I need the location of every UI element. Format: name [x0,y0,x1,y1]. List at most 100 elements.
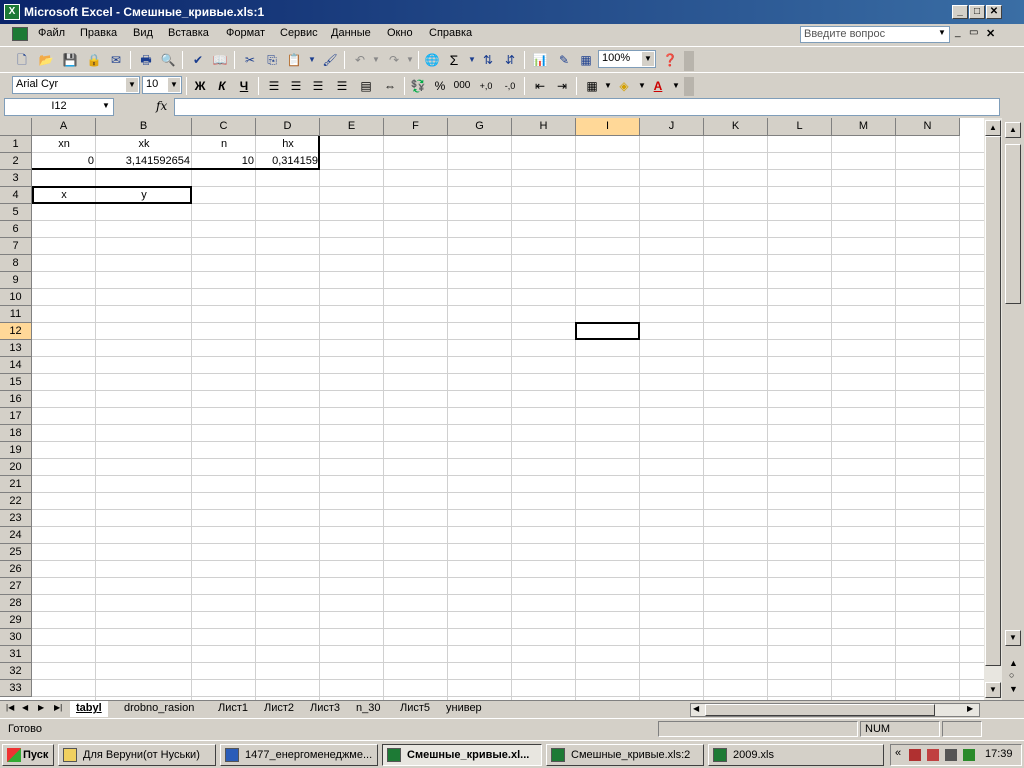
underline-button[interactable]: Ч [234,76,254,96]
sheet-tab-6[interactable]: Лист5 [394,701,436,717]
name-box-dropdown-icon[interactable]: ▼ [102,101,110,110]
ask-dropdown-icon[interactable]: ▼ [938,28,946,37]
thousands-button[interactable]: 000 [452,76,472,96]
column-header-c[interactable]: C [192,118,256,136]
bold-button[interactable]: Ж [190,76,210,96]
row-header-29[interactable]: 29 [0,612,32,629]
menu-view[interactable]: Вид [133,27,153,39]
next-page-icon[interactable]: ▼ [1009,684,1018,694]
fill-color-icon[interactable]: ◈ [614,76,634,96]
row-header-32[interactable]: 32 [0,663,32,680]
row-header-14[interactable]: 14 [0,357,32,374]
row-header-22[interactable]: 22 [0,493,32,510]
font-color-dropdown-icon[interactable]: ▼ [666,76,686,96]
justify-icon[interactable]: ☰ [332,76,352,96]
column-header-i[interactable]: I [576,118,640,136]
currency-icon[interactable]: 💱 [408,76,428,96]
format-painter-icon[interactable]: 🖌 [320,50,340,70]
sheet-tab-1[interactable]: drobno_rasion [118,701,200,717]
next-sheet-icon[interactable]: ▶ [38,703,44,712]
permission-icon[interactable]: 🔒 [84,50,104,70]
scroll-right-icon[interactable]: ▶ [967,704,973,713]
cut-icon[interactable]: ✂ [240,50,260,70]
outer-scroll-down-icon[interactable]: ▼ [1005,630,1021,646]
task-excel-2[interactable]: Смешные_кривые.xls:2 [546,744,704,766]
column-header-h[interactable]: H [512,118,576,136]
maximize-button[interactable]: □ [969,5,985,19]
decrease-decimal-icon[interactable]: -,0 [500,76,520,96]
menu-data[interactable]: Данные [331,27,371,39]
row-header-23[interactable]: 23 [0,510,32,527]
percent-button[interactable]: % [430,76,450,96]
align-center-icon[interactable]: ☰ [286,76,306,96]
outer-scroll-thumb[interactable] [1005,144,1021,304]
row-header-30[interactable]: 30 [0,629,32,646]
sheet-tab-3[interactable]: Лист2 [258,701,300,717]
column-header-e[interactable]: E [320,118,384,136]
menu-insert[interactable]: Вставка [168,27,209,39]
sheet-tab-4[interactable]: Лист3 [304,701,346,717]
row-header-26[interactable]: 26 [0,561,32,578]
increase-indent-icon[interactable]: ⇥ [552,76,572,96]
column-header-g[interactable]: G [448,118,512,136]
redo-dropdown-icon[interactable]: ▼ [400,50,420,70]
scroll-left-icon[interactable]: ◀ [693,704,699,713]
font-color-icon[interactable]: A [648,76,668,96]
menu-edit[interactable]: Правка [80,27,117,39]
paste-dropdown-icon[interactable]: ▼ [302,50,322,70]
column-header-f[interactable]: F [384,118,448,136]
merge-center-icon[interactable]: ⇔ [380,76,400,96]
row-header-11[interactable]: 11 [0,306,32,323]
sheet-tab-0[interactable]: tabyl [70,701,108,717]
insert-function-icon[interactable]: fx [156,99,167,113]
menu-service[interactable]: Сервис [280,27,318,39]
menu-file[interactable]: Файл [38,27,65,39]
start-button[interactable]: Пуск [2,744,54,766]
column-header-k[interactable]: K [704,118,768,136]
formula-input[interactable] [174,98,1000,116]
tray-app-icon[interactable] [909,749,921,761]
zoom-select[interactable]: 100% ▼ [598,50,656,68]
row-header-33[interactable]: 33 [0,680,32,697]
align-left-icon[interactable]: ☰ [264,76,284,96]
sort-ascending-icon[interactable]: ⇅ [478,50,498,70]
battery-icon[interactable] [963,749,975,761]
row-header-19[interactable]: 19 [0,442,32,459]
column-header-a[interactable]: A [32,118,96,136]
tray-expand-icon[interactable]: « [895,747,901,759]
task-word[interactable]: 1477_енергоменеджме... [220,744,378,766]
task-excel-3[interactable]: 2009.xls [708,744,884,766]
zoom-dropdown-icon[interactable]: ▼ [642,52,654,66]
increase-decimal-icon[interactable]: +,0 [476,76,496,96]
row-header-3[interactable]: 3 [0,170,32,187]
hscroll-thumb[interactable] [705,704,935,716]
font-select[interactable]: Arial Cyr ▼ [12,76,140,94]
sort-descending-icon[interactable]: ⇵ [500,50,520,70]
menu-help[interactable]: Справка [429,27,472,39]
menu-format[interactable]: Формат [226,27,265,39]
print-icon[interactable]: 🖶 [136,50,156,70]
close-button[interactable]: ✕ [986,5,1002,19]
decrease-indent-icon[interactable]: ⇤ [530,76,550,96]
drawing-icon[interactable]: ✎ [554,50,574,70]
task-excel-1[interactable]: Смешные_кривые.xl... [382,744,542,766]
italic-button[interactable]: К [212,76,232,96]
flag-icon[interactable] [927,749,939,761]
worksheet-grid[interactable]: ABCDEFGHIJKLMN 1 2 3 4 5 6 7 8 9 10 11 12 13 14 15 16 17… [0,118,1002,700]
paste-icon[interactable]: 📋 [284,50,304,70]
row-header-21[interactable]: 21 [0,476,32,493]
outer-scroll-up-icon[interactable]: ▲ [1005,122,1021,138]
doc-restore-button[interactable]: ▭ [969,27,978,38]
row-header-28[interactable]: 28 [0,595,32,612]
horizontal-scrollbar[interactable]: ◀ ▶ [690,703,980,717]
outer-scrollbar[interactable]: ▲ ▼ ▲ ○ ▼ [1004,118,1022,700]
column-header-m[interactable]: M [832,118,896,136]
research-icon[interactable]: 📖 [210,50,230,70]
excel-app-icon[interactable]: X [4,4,20,20]
doc-minimize-button[interactable]: _ [955,27,961,38]
scroll-up-icon[interactable]: ▲ [985,120,1001,136]
column-header-b[interactable]: B [96,118,192,136]
row-header-5[interactable]: 5 [0,204,32,221]
row-header-18[interactable]: 18 [0,425,32,442]
row-header-8[interactable]: 8 [0,255,32,272]
